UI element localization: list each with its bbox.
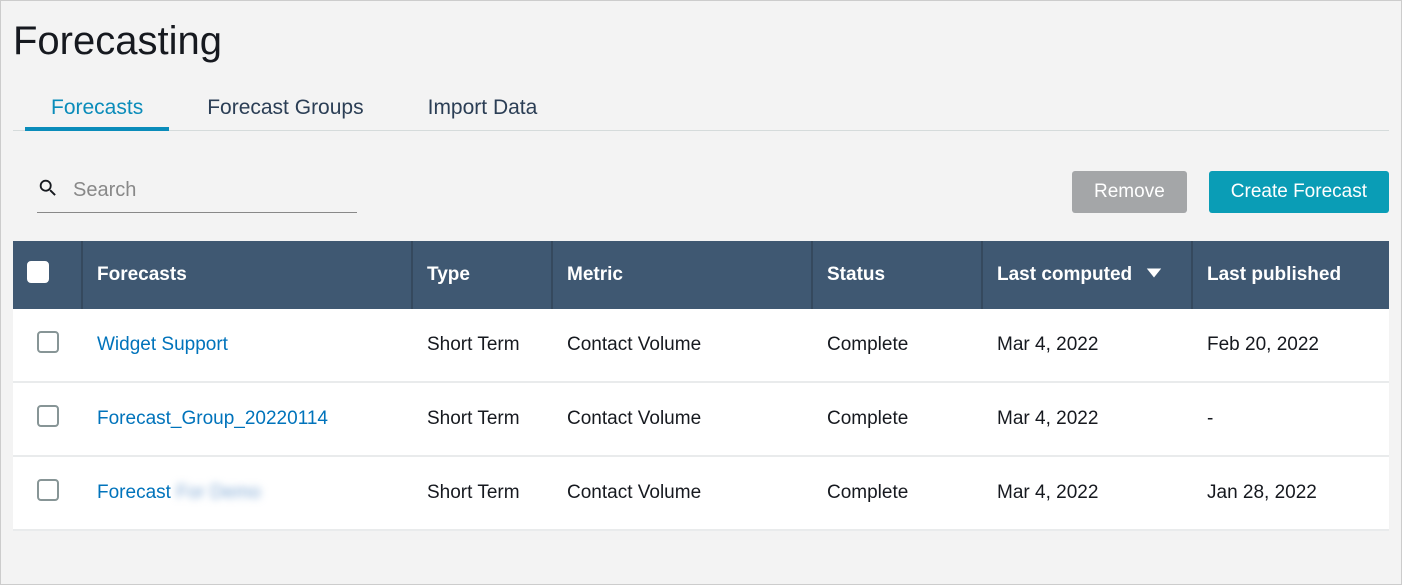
cell-metric: Contact Volume [553, 309, 813, 383]
forecast-link[interactable]: Forecast_Group_20220114 [97, 408, 328, 429]
search-icon [37, 177, 59, 204]
cell-status: Complete [813, 309, 983, 383]
cell-metric: Contact Volume [553, 457, 813, 531]
forecast-link[interactable]: Forecast For Demo [97, 482, 261, 503]
row-checkbox[interactable] [37, 479, 59, 501]
forecast-link[interactable]: Widget Support [97, 334, 228, 355]
cell-type: Short Term [413, 309, 553, 383]
tab-forecasts[interactable]: Forecasts [49, 88, 145, 130]
header-type[interactable]: Type [413, 241, 553, 309]
tab-forecast-groups[interactable]: Forecast Groups [205, 88, 365, 130]
cell-last-computed: Mar 4, 2022 [983, 383, 1193, 457]
cell-status: Complete [813, 457, 983, 531]
row-checkbox[interactable] [37, 405, 59, 427]
tab-bar: Forecasts Forecast Groups Import Data [13, 88, 1389, 131]
remove-button[interactable]: Remove [1072, 171, 1187, 213]
header-metric[interactable]: Metric [553, 241, 813, 309]
search-field[interactable] [37, 177, 357, 213]
select-all-checkbox[interactable] [27, 261, 49, 283]
header-last-computed-label: Last computed [997, 264, 1132, 285]
toolbar: Remove Create Forecast [13, 131, 1389, 241]
header-last-computed[interactable]: Last computed [983, 241, 1193, 309]
row-checkbox[interactable] [37, 331, 59, 353]
sort-desc-icon [1145, 264, 1163, 286]
cell-last-computed: Mar 4, 2022 [983, 309, 1193, 383]
header-checkbox-cell [13, 241, 83, 309]
cell-last-published: Jan 28, 2022 [1193, 457, 1389, 531]
cell-type: Short Term [413, 383, 553, 457]
page-title: Forecasting [13, 1, 1389, 88]
cell-last-computed: Mar 4, 2022 [983, 457, 1193, 531]
header-forecasts[interactable]: Forecasts [83, 241, 413, 309]
forecast-link-text: Forecast [97, 482, 171, 503]
cell-last-published: Feb 20, 2022 [1193, 309, 1389, 383]
forecast-link-blurred: For Demo [176, 482, 260, 503]
create-forecast-button[interactable]: Create Forecast [1209, 171, 1389, 213]
table-row: Widget Support Short Term Contact Volume… [13, 309, 1389, 383]
cell-last-published: - [1193, 383, 1389, 457]
header-last-published[interactable]: Last published [1193, 241, 1389, 309]
cell-metric: Contact Volume [553, 383, 813, 457]
cell-status: Complete [813, 383, 983, 457]
search-input[interactable] [73, 179, 357, 202]
forecasts-table: Forecasts Type Metric Status Last comput… [13, 241, 1389, 531]
tab-import-data[interactable]: Import Data [426, 88, 540, 130]
cell-type: Short Term [413, 457, 553, 531]
header-status[interactable]: Status [813, 241, 983, 309]
table-row: Forecast For Demo Short Term Contact Vol… [13, 457, 1389, 531]
table-row: Forecast_Group_20220114 Short Term Conta… [13, 383, 1389, 457]
